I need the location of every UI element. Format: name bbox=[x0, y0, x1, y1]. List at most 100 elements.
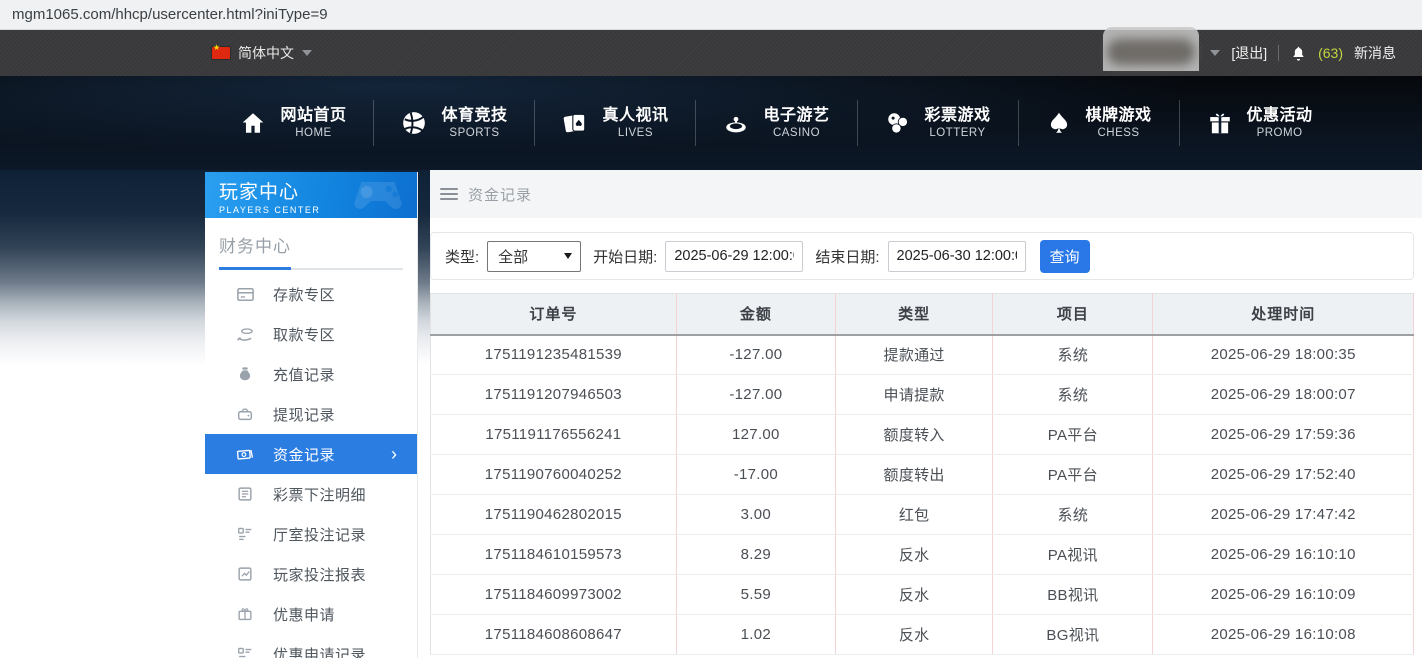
nav-item[interactable]: 优惠活动 PROMO bbox=[1179, 106, 1340, 140]
table-cell: -127.00 bbox=[676, 375, 835, 415]
chevron-down-icon bbox=[302, 50, 312, 56]
sidebar-item-取款专区[interactable]: 取款专区 › bbox=[205, 314, 417, 354]
page: mgm1065.com/hhcp/usercenter.html?iniType… bbox=[0, 0, 1422, 658]
table-cell: 2025-06-29 16:10:09 bbox=[1153, 575, 1414, 615]
table-cell: 2025-06-29 18:00:07 bbox=[1153, 375, 1414, 415]
table-cell: -127.00 bbox=[676, 335, 835, 375]
sidebar-item-存款专区[interactable]: 存款专区 › bbox=[205, 274, 417, 314]
table-cell: BG视讯 bbox=[993, 615, 1153, 655]
end-date-label: 结束日期: bbox=[815, 246, 879, 267]
table-cell: 1751191176556241 bbox=[431, 415, 677, 455]
home-icon bbox=[239, 109, 267, 137]
nav-item-sublabel: LIVES bbox=[618, 126, 653, 140]
nav-item[interactable]: 棋牌游戏 CHESS bbox=[1018, 106, 1179, 140]
table-cell: 反水 bbox=[835, 615, 992, 655]
table-column-header: 订单号 bbox=[431, 294, 677, 335]
logout-button[interactable]: [退出] bbox=[1231, 43, 1267, 63]
table-cell: 系统 bbox=[993, 495, 1153, 535]
sidebar-item-label: 存款专区 bbox=[273, 284, 335, 305]
sidebar-item-玩家投注报表[interactable]: 玩家投注报表 › bbox=[205, 554, 417, 594]
sidebar-item-厅室投注记录[interactable]: 厅室投注记录 › bbox=[205, 514, 417, 554]
table-cell: 1751184610159573 bbox=[431, 535, 677, 575]
sidebar-item-label: 厅室投注记录 bbox=[273, 524, 366, 545]
lottery-balls-icon bbox=[884, 109, 912, 137]
end-date-input[interactable] bbox=[888, 241, 1026, 272]
main-nav-items: 网站首页 HOME 体育竞技 SPORTS 真人视讯 LIVES 电子游艺 CA… bbox=[212, 106, 1339, 140]
breadcrumb-label: 资金记录 bbox=[468, 184, 532, 205]
table-cell: 额度转出 bbox=[835, 455, 992, 495]
start-date-input[interactable] bbox=[665, 241, 803, 272]
browser-address-bar[interactable]: mgm1065.com/hhcp/usercenter.html?iniType… bbox=[0, 0, 1422, 30]
table-cell: -17.00 bbox=[676, 455, 835, 495]
message-count: (63) bbox=[1318, 45, 1343, 61]
nav-item[interactable]: 真人视讯 LIVES bbox=[534, 106, 695, 140]
sidebar: 玩家中心 PLAYERS CENTER 财务中心 存款专区 › 取款专区 › 充… bbox=[205, 172, 418, 658]
table-cell: 2025-06-29 17:52:40 bbox=[1153, 455, 1414, 495]
table-cell: 1751184608608647 bbox=[431, 615, 677, 655]
sidebar-item-资金记录[interactable]: 资金记录 › bbox=[205, 434, 417, 474]
sidebar-item-label: 充值记录 bbox=[273, 364, 335, 385]
nav-item-label: 体育竞技 bbox=[441, 106, 507, 126]
nav-item[interactable]: 体育竞技 SPORTS bbox=[373, 106, 534, 140]
new-messages-link[interactable]: 新消息 bbox=[1354, 43, 1396, 63]
table-row: 17511846099730025.59反水BB视讯2025-06-29 16:… bbox=[431, 575, 1414, 615]
sidebar-item-label: 资金记录 bbox=[273, 444, 335, 465]
table-cell: 2025-06-29 17:59:36 bbox=[1153, 415, 1414, 455]
sidebar-item-label: 提现记录 bbox=[273, 404, 335, 425]
account-topbar: 简体中文 [退出] (63) 新消息 bbox=[0, 30, 1422, 76]
sidebar-item-优惠申请[interactable]: 优惠申请 › bbox=[205, 594, 417, 634]
main-nav: 网站首页 HOME 体育竞技 SPORTS 真人视讯 LIVES 电子游艺 CA… bbox=[0, 76, 1422, 170]
sidebar-section-label: 财务中心 bbox=[219, 232, 403, 257]
gift-icon bbox=[1206, 109, 1234, 137]
promo-box-icon bbox=[235, 604, 255, 624]
report-chart-icon bbox=[235, 564, 255, 584]
nav-item-label: 优惠活动 bbox=[1247, 106, 1313, 126]
table-cell: 2025-06-29 16:10:08 bbox=[1153, 615, 1414, 655]
table-cell: 反水 bbox=[835, 535, 992, 575]
sidebar-item-label: 取款专区 bbox=[273, 324, 335, 345]
sidebar-menu: 存款专区 › 取款专区 › 充值记录 › 提现记录 › 资金记录 › 彩票下注明… bbox=[205, 274, 417, 658]
language-label: 简体中文 bbox=[238, 43, 294, 63]
table-cell: 2025-06-29 17:47:42 bbox=[1153, 495, 1414, 535]
table-cell: 申请提款 bbox=[835, 375, 992, 415]
table-cell: 红包 bbox=[835, 495, 992, 535]
sidebar-item-label: 玩家投注报表 bbox=[273, 564, 366, 585]
language-selector[interactable]: 简体中文 bbox=[212, 43, 312, 63]
table-row: 1751191176556241127.00额度转入PA平台2025-06-29… bbox=[431, 415, 1414, 455]
bell-icon[interactable] bbox=[1290, 45, 1307, 62]
nav-item[interactable]: 网站首页 HOME bbox=[212, 106, 373, 140]
section-underline bbox=[219, 268, 403, 270]
nav-item-sublabel: HOME bbox=[295, 126, 332, 140]
sports-ball-icon bbox=[400, 109, 428, 137]
table-cell: 1.02 bbox=[676, 615, 835, 655]
table-cell: 2025-06-29 18:00:35 bbox=[1153, 335, 1414, 375]
sidebar-item-充值记录[interactable]: 充值记录 › bbox=[205, 354, 417, 394]
nav-item-label: 棋牌游戏 bbox=[1086, 106, 1152, 126]
sidebar-item-优惠申请记录[interactable]: 优惠申请记录 › bbox=[205, 634, 417, 658]
menu-icon[interactable] bbox=[440, 188, 458, 200]
list-icon bbox=[235, 524, 255, 544]
type-select[interactable]: 全部 bbox=[487, 241, 581, 272]
type-label: 类型: bbox=[445, 246, 479, 267]
main-content: 资金记录 类型: 全部 开始日期: 结束日期: 查询 订单号金额类型项目处理时间… bbox=[430, 170, 1422, 658]
sidebar-item-彩票下注明细[interactable]: 彩票下注明细 › bbox=[205, 474, 417, 514]
user-menu[interactable] bbox=[1103, 33, 1199, 73]
deposit-card-icon bbox=[235, 284, 255, 304]
sidebar-section: 财务中心 bbox=[205, 218, 417, 270]
sidebar-item-提现记录[interactable]: 提现记录 › bbox=[205, 394, 417, 434]
filter-bar: 类型: 全部 开始日期: 结束日期: 查询 bbox=[430, 232, 1414, 280]
nav-item[interactable]: 电子游艺 CASINO bbox=[695, 106, 856, 140]
roulette-icon bbox=[722, 109, 750, 137]
table-column-header: 类型 bbox=[835, 294, 992, 335]
table-cell: 1751191207946503 bbox=[431, 375, 677, 415]
table-cell: 系统 bbox=[993, 375, 1153, 415]
nav-item[interactable]: 彩票游戏 LOTTERY bbox=[857, 106, 1018, 140]
table-header-row: 订单号金额类型项目处理时间 bbox=[431, 294, 1414, 335]
nav-item-label: 网站首页 bbox=[280, 106, 346, 126]
table-row: 1751191207946503-127.00申请提款系统2025-06-29 … bbox=[431, 375, 1414, 415]
table-column-header: 项目 bbox=[993, 294, 1153, 335]
playing-cards-icon bbox=[561, 109, 589, 137]
search-button[interactable]: 查询 bbox=[1040, 240, 1090, 273]
spade-icon bbox=[1045, 109, 1073, 137]
table-body: 1751191235481539-127.00提款通过系统2025-06-29 … bbox=[431, 335, 1414, 655]
